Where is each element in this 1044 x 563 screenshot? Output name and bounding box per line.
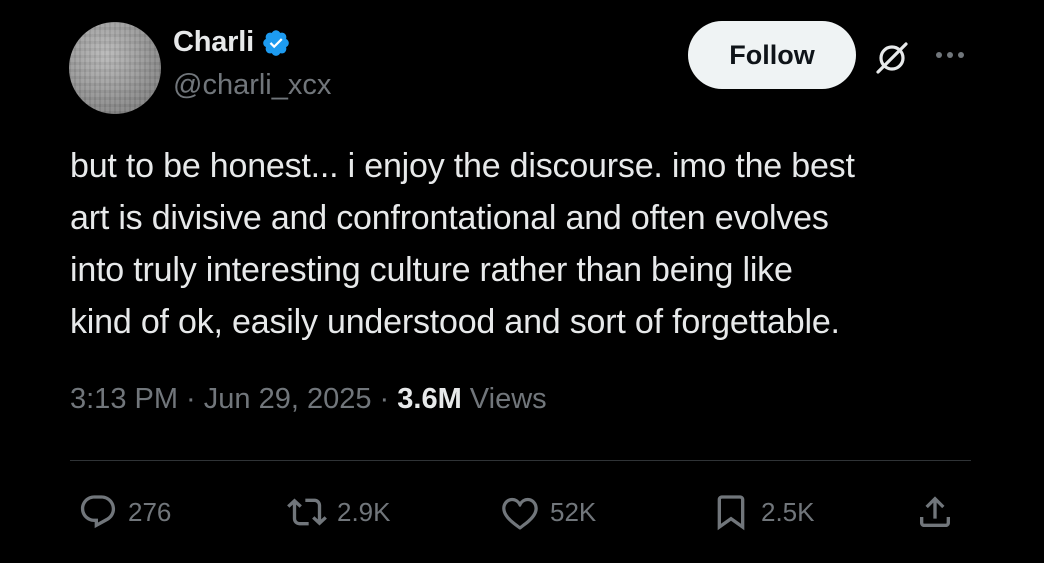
share-button[interactable] [915,492,955,532]
like-button[interactable]: 52K [500,492,596,532]
divider [70,460,971,461]
reply-icon [80,495,116,529]
repost-button[interactable]: 2.9K [287,492,391,532]
more-icon[interactable] [932,40,968,70]
follow-button[interactable]: Follow [688,21,856,89]
like-count: 52K [550,496,597,527]
author-handle[interactable]: @charli_xcx [173,69,331,102]
grok-icon[interactable] [872,38,912,78]
author-name-row: Charli [173,26,291,59]
bookmark-icon [717,495,745,531]
heart-icon [502,497,538,530]
views-label: Views [461,383,547,415]
tweet-time[interactable]: 3:13 PM [70,383,178,415]
tweet-card: Charli @charli_xcx Follow but to be hone… [0,0,1044,563]
tweet-text: but to be honest... i enjoy the discours… [70,147,855,341]
reply-button[interactable]: 276 [78,492,171,532]
meta-separator: · [178,383,204,415]
verified-badge-icon[interactable] [261,28,291,58]
bookmark-count: 2.5K [761,496,815,527]
author-display-name[interactable]: Charli [173,26,254,59]
repost-count: 2.9K [337,496,391,527]
share-icon [920,496,950,527]
repost-icon [287,498,327,526]
tweet-meta: 3:13 PM · Jun 29, 2025 · 3.6M Views [70,383,547,416]
avatar[interactable] [69,22,161,114]
meta-separator: · [371,383,398,415]
views-count[interactable]: 3.6M [397,383,461,415]
bookmark-button[interactable]: 2.5K [711,492,815,532]
reply-count: 276 [128,496,172,527]
tweet-date[interactable]: Jun 29, 2025 [204,383,372,415]
